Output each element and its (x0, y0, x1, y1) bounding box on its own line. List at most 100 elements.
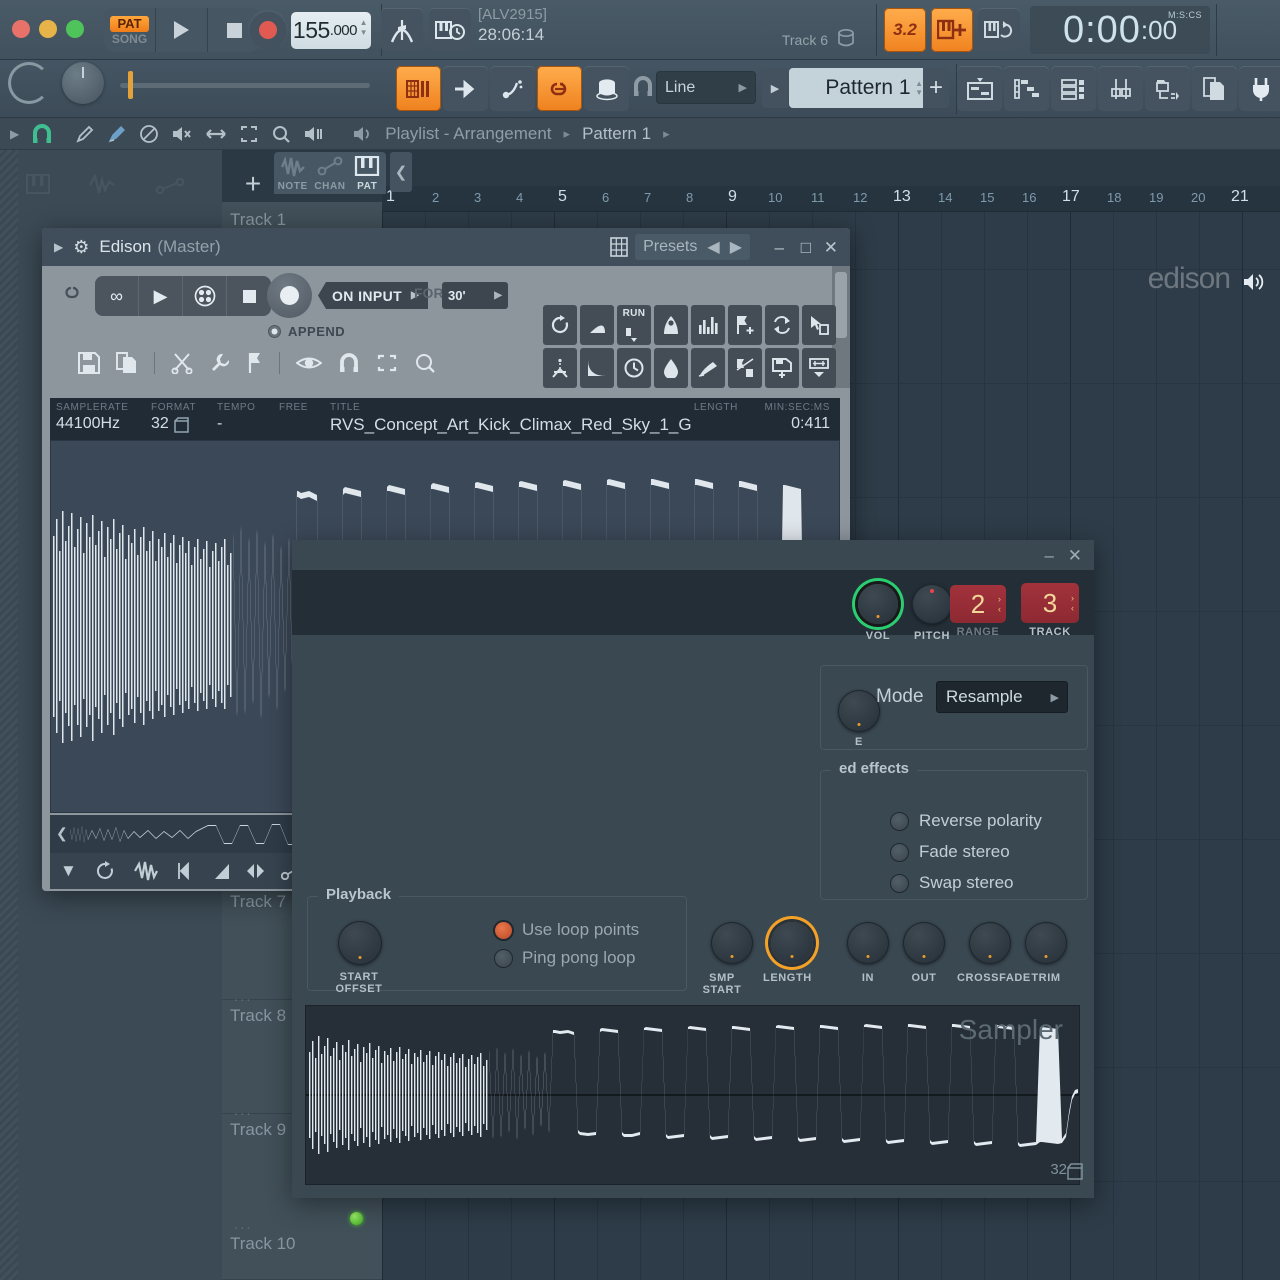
crossfade-knob[interactable] (969, 922, 1011, 964)
tempo-spinner-icon[interactable]: ▲ ▼ (360, 18, 368, 38)
use-loop-points-radio[interactable] (494, 920, 513, 940)
navigator-scroll-left-icon[interactable]: ❮ (56, 825, 68, 842)
append-radio[interactable] (268, 325, 281, 338)
playlist-piano-icon[interactable] (26, 174, 50, 194)
master-slider[interactable] (120, 71, 370, 99)
playlist-automation-icon[interactable] (156, 178, 184, 194)
amplify-icon[interactable] (654, 305, 688, 345)
swap-stereo-radio[interactable] (890, 873, 909, 893)
run-script-icon[interactable]: RUN (617, 305, 651, 345)
track-spinner-icon[interactable]: › ‹ (1071, 593, 1074, 613)
breadcrumb-current[interactable]: Pattern 1 (582, 124, 651, 144)
close-window-button[interactable] (12, 20, 30, 38)
maximize-window-button[interactable] (66, 20, 84, 38)
magnet-icon[interactable] (31, 123, 53, 144)
record-button[interactable] (248, 10, 288, 50)
channel-rack-window-button[interactable] (1051, 66, 1096, 111)
drag-export-icon[interactable] (802, 305, 836, 345)
slide-tool-button[interactable] (490, 66, 535, 111)
edison-titlebar[interactable]: ▶ ⚙ Edison (Master) Presets ◀ ▶ – □ ✕ (42, 228, 850, 266)
edison-snap-start-icon[interactable] (177, 862, 199, 880)
edison-trigger-mode[interactable]: ON INPUT ▶ (318, 282, 429, 309)
breadcrumb-root[interactable]: Playlist - Arrangement (385, 124, 551, 144)
effect-reverse-polarity[interactable]: Reverse polarity (890, 811, 1042, 831)
link-tool-button[interactable] (537, 66, 582, 111)
sampler-waveform-display[interactable]: Sampler 32 (305, 1005, 1083, 1185)
mixer-window-button[interactable] (1098, 66, 1143, 111)
wrench-icon[interactable] (209, 352, 231, 374)
edison-expand-icon[interactable]: ▶ (54, 240, 63, 254)
range-spinner-icon[interactable]: › ‹ (998, 594, 1001, 614)
piano-roll-window-button[interactable] (1004, 66, 1049, 111)
draw-pencil-icon[interactable] (75, 124, 95, 144)
start-offset-knob[interactable] (338, 921, 382, 965)
send-to-playlist-icon[interactable] (802, 348, 836, 388)
reverse-polarity-radio[interactable] (890, 811, 909, 831)
region-split-icon[interactable] (728, 348, 762, 388)
master-pitch-knob[interactable] (8, 62, 50, 104)
plugin-picker-button[interactable] (1239, 66, 1280, 111)
pitch-knob[interactable] (912, 584, 952, 624)
marker-flag-icon[interactable] (247, 352, 263, 374)
edison-link-icon[interactable] (62, 284, 84, 304)
collapse-tracks-button[interactable]: ❮ (390, 152, 412, 192)
wait-for-input-button[interactable] (429, 8, 471, 52)
preview-eye-icon[interactable] (296, 353, 322, 373)
spectrum-icon[interactable] (691, 305, 725, 345)
edison-menu-chevron-icon[interactable]: ▼ (60, 861, 77, 881)
in-knob[interactable] (847, 922, 889, 964)
play-button[interactable] (156, 8, 208, 52)
add-marker-icon[interactable] (728, 305, 762, 345)
presets-next-icon[interactable]: ▶ (730, 237, 742, 257)
magnet-snap-icon[interactable] (632, 76, 654, 98)
tab-note[interactable]: NOTE (274, 152, 311, 194)
presets-prev-icon[interactable]: ◀ (707, 237, 719, 257)
edison-append-toggle[interactable]: APPEND (268, 324, 345, 339)
sampler-close-button[interactable]: ✕ (1068, 546, 1082, 566)
step-edit-toggle-button[interactable] (396, 66, 441, 111)
playlist-audio-icon[interactable] (88, 174, 116, 196)
track-number-field[interactable]: 3 › ‹ (1021, 583, 1079, 623)
browser-window-button[interactable] (1145, 66, 1190, 111)
scrollbar-thumb[interactable] (835, 272, 847, 338)
draw-tool-button[interactable] (443, 66, 488, 111)
edison-speaker-icon[interactable] (1242, 272, 1264, 292)
snap-select[interactable]: Line ▶ (656, 71, 756, 104)
effect-swap-stereo[interactable]: Swap stereo (890, 873, 1014, 893)
tempo-field[interactable]: 155.000 ▲ ▼ (291, 12, 371, 49)
edison-scrub-button[interactable] (183, 276, 227, 316)
time-display[interactable]: 0:00:00 M:S:CS (1030, 6, 1210, 54)
edison-play-button[interactable]: ▶ (139, 276, 183, 316)
cleanup-brush-icon[interactable] (691, 348, 725, 388)
edison-presets-control[interactable]: Presets ◀ ▶ (635, 234, 750, 260)
mode-select[interactable]: Resample ▶ (936, 681, 1068, 713)
breadcrumb-expand-icon[interactable]: ▶ (10, 127, 19, 141)
playlist-window-button[interactable] (957, 66, 1002, 111)
edison-magnet-icon[interactable] (338, 353, 360, 373)
fade-stereo-radio[interactable] (890, 842, 909, 862)
clone-button[interactable] (1192, 66, 1237, 111)
save-icon[interactable] (78, 352, 100, 374)
out-knob[interactable] (903, 922, 945, 964)
knob-tool-button[interactable] (584, 66, 629, 111)
add-pattern-button[interactable]: + (923, 68, 949, 108)
slip-tool-icon[interactable] (171, 124, 193, 144)
cut-scissors-icon[interactable] (171, 352, 193, 374)
gear-icon[interactable]: ⚙ (73, 237, 89, 258)
mute-tool-icon[interactable] (139, 124, 159, 144)
edison-maximize-button[interactable]: □ (801, 238, 811, 258)
loop-recording-button[interactable] (978, 8, 1020, 52)
fade-in-icon[interactable] (580, 305, 614, 345)
edison-loop-button[interactable]: ∞ (95, 276, 139, 316)
time-stretch-icon[interactable] (617, 348, 651, 388)
ping-pong-loop-radio[interactable] (494, 948, 513, 968)
pattern-menu-button[interactable]: ▶ (762, 68, 788, 108)
copy-icon[interactable] (116, 352, 138, 374)
select-all-icon[interactable] (376, 353, 398, 373)
zoom-tool-icon[interactable] (271, 124, 291, 144)
edison-grid-icon[interactable] (610, 237, 628, 257)
zoom-selection-icon[interactable] (414, 352, 436, 374)
edison-stop-button[interactable] (227, 276, 271, 316)
slice-tool-icon[interactable] (205, 124, 227, 144)
step-sequencer-button[interactable]: 3.2 (884, 8, 926, 52)
